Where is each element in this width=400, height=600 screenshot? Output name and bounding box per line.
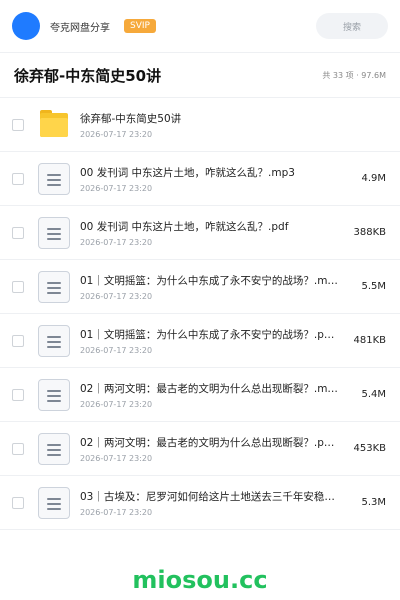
- file-size: 5.5M: [361, 281, 386, 292]
- file-name: 03｜古埃及：尼罗河如何给这片土地送去三千年安稳？…: [80, 490, 344, 503]
- file-size: 481KB: [353, 335, 386, 346]
- file-info: 01｜文明摇篮：为什么中东成了永不安宁的战场？.m… 2026-07-17 23:…: [80, 273, 344, 301]
- file-icon: [38, 378, 70, 411]
- file-name: 02｜两河文明：最古老的文明为什么总出现断裂？.m…: [80, 382, 338, 395]
- row-checkbox[interactable]: [12, 496, 24, 509]
- file-info: 02｜两河文明：最古老的文明为什么总出现断裂？.p… 2026-07-17 23:…: [80, 435, 344, 463]
- file-size: 453KB: [353, 443, 386, 454]
- file-list: 徐弃郁-中东简史50讲 2026-07-17 23:20 00 发刊词 中东这片土地…: [0, 98, 400, 530]
- watermark-logo: miosou.cc: [132, 566, 268, 594]
- file-icon: [38, 324, 70, 357]
- file-date: 2026-07-17 23:20: [80, 291, 153, 301]
- file-icon: [38, 270, 70, 303]
- file-row[interactable]: 02｜两河文明：最古老的文明为什么总出现断裂？.p… 2026-07-17 23:…: [0, 422, 400, 476]
- search-input[interactable]: 搜索: [316, 13, 388, 39]
- file-date: 2026-07-17 23:20: [80, 507, 153, 517]
- file-date: 2026-07-17 23:20: [80, 453, 153, 463]
- file-date: 2026-07-17 23:20: [80, 399, 153, 409]
- file-icon: [38, 162, 70, 195]
- row-checkbox[interactable]: [12, 442, 24, 455]
- file-icon: [38, 486, 70, 519]
- file-date: 2026-07-17 23:20: [80, 345, 153, 355]
- file-size: 5.3M: [361, 497, 386, 508]
- row-checkbox[interactable]: [12, 388, 24, 401]
- file-info: 徐弃郁-中东简史50讲 2026-07-17 23:20: [80, 111, 344, 139]
- row-checkbox[interactable]: [12, 118, 24, 131]
- file-date: 2026-07-17 23:20: [80, 183, 153, 193]
- file-name: 02｜两河文明：最古老的文明为什么总出现断裂？.p…: [80, 436, 335, 449]
- row-checkbox[interactable]: [12, 334, 24, 347]
- top-bar: 夸克网盘分享 SVIP 搜索: [0, 0, 400, 52]
- avatar[interactable]: [12, 12, 40, 40]
- file-name: 00 发刊词 中东这片土地，咋就这么乱？.mp3: [80, 166, 295, 179]
- file-row[interactable]: 00 发刊词 中东这片土地，咋就这么乱？.mp3 2026-07-17 23:20…: [0, 152, 400, 206]
- file-name: 徐弃郁-中东简史50讲: [80, 112, 182, 125]
- file-icon: [38, 432, 70, 465]
- file-row[interactable]: 徐弃郁-中东简史50讲 2026-07-17 23:20: [0, 98, 400, 152]
- row-checkbox[interactable]: [12, 172, 24, 185]
- file-size: 4.9M: [361, 173, 386, 184]
- file-info: 01｜文明摇篮：为什么中东成了永不安宁的战场？.p… 2026-07-17 23:…: [80, 327, 344, 355]
- brand-name: 夸克网盘分享: [50, 22, 110, 34]
- file-name: 01｜文明摇篮：为什么中东成了永不安宁的战场？.m…: [80, 274, 338, 287]
- title-bar: 徐弃郁-中东简史50讲 共 33 项 · 97.6M: [0, 52, 400, 98]
- file-row[interactable]: 01｜文明摇篮：为什么中东成了永不安宁的战场？.m… 2026-07-17 23:…: [0, 260, 400, 314]
- file-date: 2026-07-17 23:20: [80, 129, 153, 139]
- folder-icon: [38, 109, 70, 141]
- file-row[interactable]: 00 发刊词 中东这片土地，咋就这么乱？.pdf 2026-07-17 23:20…: [0, 206, 400, 260]
- file-date: 2026-07-17 23:20: [80, 237, 153, 247]
- item-count: 共 33 项 · 97.6M: [322, 70, 386, 80]
- svip-badge: SVIP: [124, 19, 156, 33]
- row-checkbox[interactable]: [12, 280, 24, 293]
- file-size: 388KB: [353, 227, 386, 238]
- file-size: 5.4M: [361, 389, 386, 400]
- file-icon: [38, 216, 70, 249]
- file-info: 00 发刊词 中东这片土地，咋就这么乱？.mp3 2026-07-17 23:20: [80, 165, 344, 193]
- file-info: 02｜两河文明：最古老的文明为什么总出现断裂？.m… 2026-07-17 23:…: [80, 381, 344, 409]
- file-row[interactable]: 02｜两河文明：最古老的文明为什么总出现断裂？.m… 2026-07-17 23:…: [0, 368, 400, 422]
- file-info: 00 发刊词 中东这片土地，咋就这么乱？.pdf 2026-07-17 23:20: [80, 219, 344, 247]
- file-name: 00 发刊词 中东这片土地，咋就这么乱？.pdf: [80, 220, 289, 233]
- file-row[interactable]: 01｜文明摇篮：为什么中东成了永不安宁的战场？.p… 2026-07-17 23:…: [0, 314, 400, 368]
- file-row[interactable]: 03｜古埃及：尼罗河如何给这片土地送去三千年安稳？… 2026-07-17 23:…: [0, 476, 400, 530]
- page-title: 徐弃郁-中东简史50讲: [14, 66, 162, 85]
- file-name: 01｜文明摇篮：为什么中东成了永不安宁的战场？.p…: [80, 328, 335, 341]
- row-checkbox[interactable]: [12, 226, 24, 239]
- file-info: 03｜古埃及：尼罗河如何给这片土地送去三千年安稳？… 2026-07-17 23:…: [80, 489, 344, 517]
